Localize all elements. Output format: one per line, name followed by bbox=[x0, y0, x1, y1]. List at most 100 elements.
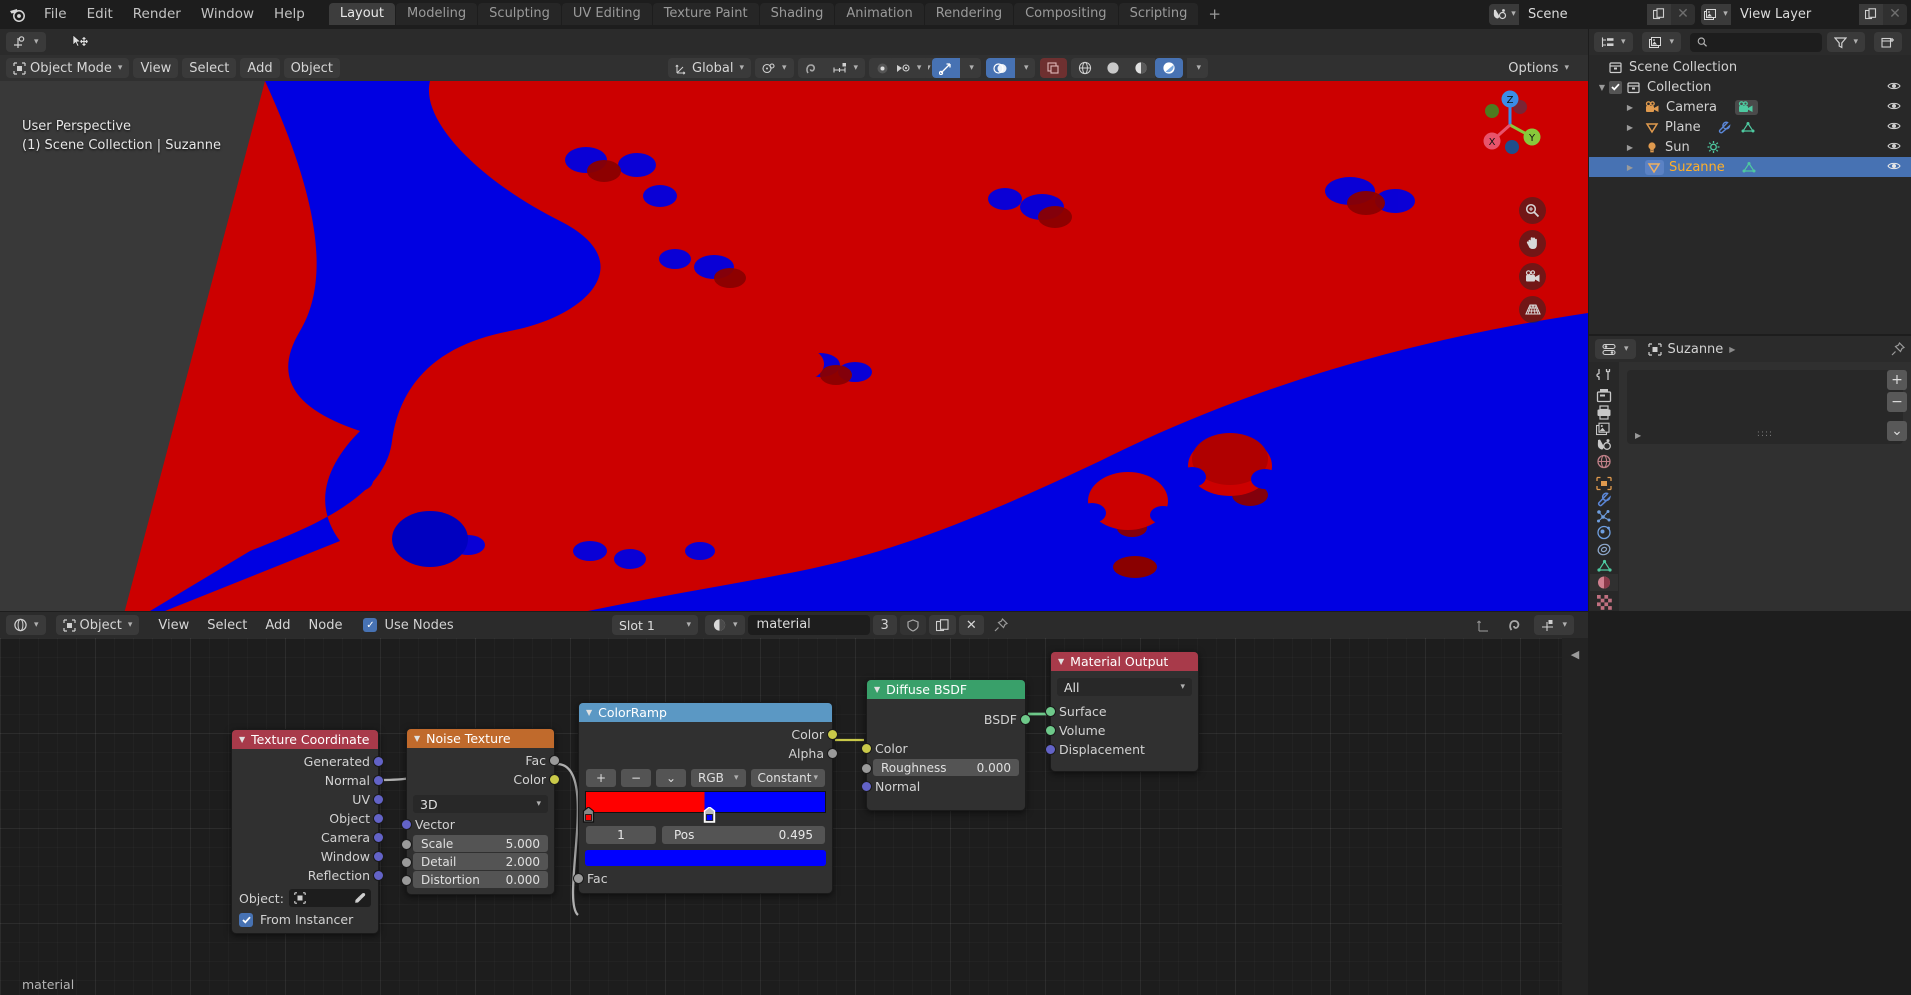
scene-selector[interactable]: ▾ Scene ✕ bbox=[1489, 3, 1695, 25]
ramp-specials-button[interactable]: ⌄ bbox=[656, 769, 686, 787]
interpolation-selector[interactable]: Constant ▾ bbox=[750, 769, 825, 787]
viewport-menu-object[interactable]: Object bbox=[283, 58, 340, 78]
socket-color[interactable] bbox=[549, 774, 560, 785]
properties-tab-view-layer[interactable] bbox=[1590, 420, 1618, 437]
expand-arrow[interactable]: ▶ bbox=[1623, 123, 1637, 132]
node-texture-coordinate[interactable]: ▼ Texture Coordinate Generated Normal UV… bbox=[231, 729, 384, 934]
viewport-render-canvas[interactable] bbox=[0, 81, 1588, 611]
outliner-display-mode-selector[interactable]: ▾ bbox=[1641, 32, 1682, 52]
color-ramp-strip[interactable] bbox=[582, 791, 826, 823]
gizmo-options-selector[interactable]: ▾ bbox=[960, 58, 981, 78]
add-workspace-button[interactable]: + bbox=[1199, 3, 1230, 25]
overlays-toggle-button[interactable] bbox=[985, 58, 1015, 78]
node-input-volume[interactable]: Volume bbox=[1045, 721, 1198, 740]
workspace-tab-scripting[interactable]: Scripting bbox=[1118, 3, 1199, 25]
collapse-arrow-icon[interactable]: ▼ bbox=[874, 685, 880, 694]
use-nodes-checkbox[interactable]: ✓ bbox=[363, 618, 378, 632]
node-output-fac[interactable]: Fac bbox=[407, 751, 560, 770]
add-material-slot-button[interactable]: + bbox=[1887, 370, 1907, 390]
fake-user-button[interactable] bbox=[899, 615, 926, 635]
properties-tab-particles[interactable] bbox=[1590, 508, 1618, 525]
node-output-alpha[interactable]: Alpha bbox=[579, 744, 838, 763]
noise-param-scale[interactable]: Scale 5.000 bbox=[401, 835, 554, 852]
properties-tab-material[interactable] bbox=[1590, 574, 1618, 592]
output-target-selector[interactable]: All ▾ bbox=[1057, 678, 1192, 696]
properties-tab-tool[interactable] bbox=[1590, 366, 1618, 383]
unlink-material-button[interactable]: ✕ bbox=[958, 615, 984, 635]
socket-value[interactable] bbox=[401, 839, 412, 850]
new-material-button[interactable] bbox=[928, 615, 956, 635]
node-output-normal[interactable]: Normal bbox=[232, 771, 384, 790]
unlink-scene-button[interactable]: ✕ bbox=[1671, 3, 1695, 25]
pin-icon[interactable] bbox=[987, 615, 1015, 635]
active-stop-color-swatch[interactable] bbox=[585, 850, 826, 866]
socket-shader[interactable] bbox=[1020, 714, 1031, 725]
workspace-tab-uv-editing[interactable]: UV Editing bbox=[561, 3, 652, 25]
properties-tab-data[interactable] bbox=[1590, 558, 1618, 575]
properties-tab-scene[interactable] bbox=[1590, 437, 1618, 454]
material-slot-selector[interactable]: Slot 1 ▾ bbox=[612, 615, 698, 635]
menu-render[interactable]: Render bbox=[123, 0, 191, 28]
shading-material-preview-button[interactable] bbox=[1127, 58, 1156, 78]
expand-arrow[interactable]: ▶ bbox=[1623, 103, 1637, 112]
menu-edit[interactable]: Edit bbox=[77, 0, 123, 28]
active-tool-icon[interactable] bbox=[64, 32, 97, 52]
xray-toggle-button[interactable] bbox=[1040, 58, 1068, 78]
socket-value[interactable] bbox=[549, 755, 560, 766]
snap-node-options-selector[interactable]: ▾ bbox=[1534, 615, 1574, 635]
view-layer-name-field[interactable]: View Layer bbox=[1731, 3, 1859, 25]
use-nodes-toggle[interactable]: ✓ Use Nodes bbox=[363, 618, 454, 633]
material-users-count[interactable]: 3 bbox=[872, 615, 897, 635]
material-slot-specials-button[interactable]: ⌄ bbox=[1887, 421, 1907, 441]
node-input-displacement[interactable]: Displacement bbox=[1045, 740, 1198, 759]
properties-tab-constraints[interactable] bbox=[1590, 541, 1618, 558]
properties-editor-type-selector[interactable]: ▾ bbox=[1595, 339, 1636, 359]
socket-vector[interactable] bbox=[861, 781, 872, 792]
expand-arrow-icon[interactable]: ▶ bbox=[1635, 431, 1641, 440]
editor-type-selector[interactable]: ▾ bbox=[6, 32, 46, 52]
node-material-output[interactable]: ▼ Material Output All ▾ Surface Volume D… bbox=[1045, 651, 1199, 772]
outliner-search-box[interactable] bbox=[1690, 32, 1823, 52]
sun-data-icon[interactable] bbox=[1706, 140, 1721, 154]
node-header[interactable]: ▼ Noise Texture bbox=[407, 729, 554, 748]
collapse-arrow-icon[interactable]: ▼ bbox=[414, 734, 420, 743]
socket-color[interactable] bbox=[861, 743, 872, 754]
scene-icon[interactable]: ▾ bbox=[1489, 3, 1519, 25]
hand-icon[interactable] bbox=[1519, 230, 1546, 257]
viewport-options-selector[interactable]: Options ▾ bbox=[1501, 58, 1576, 78]
outliner-search-input[interactable] bbox=[1712, 34, 1816, 50]
from-instancer-row[interactable]: From Instancer bbox=[232, 909, 378, 928]
node-input-fac[interactable]: Fac bbox=[573, 869, 832, 888]
expand-arrow[interactable]: ▶ bbox=[1623, 143, 1637, 152]
shader-editor-type-selector[interactable]: ▾ bbox=[6, 615, 46, 635]
visibility-eye-icon[interactable] bbox=[1887, 80, 1901, 92]
socket-vector[interactable] bbox=[401, 819, 412, 830]
visibility-eye-icon[interactable] bbox=[1887, 160, 1901, 172]
shader-menu-node[interactable]: Node bbox=[302, 615, 350, 635]
node-noise-texture[interactable]: ▼ Noise Texture Fac Color 3D ▾ Vector Sc… bbox=[401, 728, 560, 895]
node-output-window[interactable]: Window bbox=[232, 847, 384, 866]
workspace-tab-compositing[interactable]: Compositing bbox=[1014, 3, 1118, 25]
node-input-surface[interactable]: Surface bbox=[1045, 702, 1198, 721]
pin-icon[interactable] bbox=[1891, 342, 1905, 356]
node-color-ramp[interactable]: ▼ ColorRamp Color Alpha + − ⌄ RGB ▾ Const… bbox=[573, 702, 838, 894]
node-input-vector[interactable]: Vector bbox=[401, 815, 554, 834]
color-stop-1[interactable] bbox=[703, 807, 716, 823]
menu-window[interactable]: Window bbox=[191, 0, 264, 28]
visibility-eye-icon[interactable] bbox=[1887, 120, 1901, 132]
viewport-menu-add[interactable]: Add bbox=[240, 58, 280, 78]
object-picker-row[interactable]: Object: bbox=[232, 885, 378, 909]
properties-tab-object[interactable] bbox=[1590, 475, 1618, 492]
socket-vector[interactable] bbox=[373, 756, 384, 767]
socket-color[interactable] bbox=[827, 729, 838, 740]
remove-material-slot-button[interactable]: − bbox=[1887, 392, 1907, 412]
node-canvas[interactable]: ▼ Texture Coordinate Generated Normal UV… bbox=[0, 638, 1588, 995]
shading-wireframe-button[interactable] bbox=[1071, 58, 1100, 78]
blender-logo-icon[interactable] bbox=[0, 0, 34, 28]
visibility-eye-icon[interactable] bbox=[1887, 140, 1901, 152]
menu-file[interactable]: File bbox=[34, 0, 77, 28]
scene-name-field[interactable]: Scene bbox=[1519, 3, 1647, 25]
noise-param-detail[interactable]: Detail 2.000 bbox=[401, 853, 554, 870]
sidebar-expand-arrow-icon[interactable]: ◀ bbox=[1571, 648, 1579, 661]
shading-solid-button[interactable] bbox=[1099, 58, 1128, 78]
